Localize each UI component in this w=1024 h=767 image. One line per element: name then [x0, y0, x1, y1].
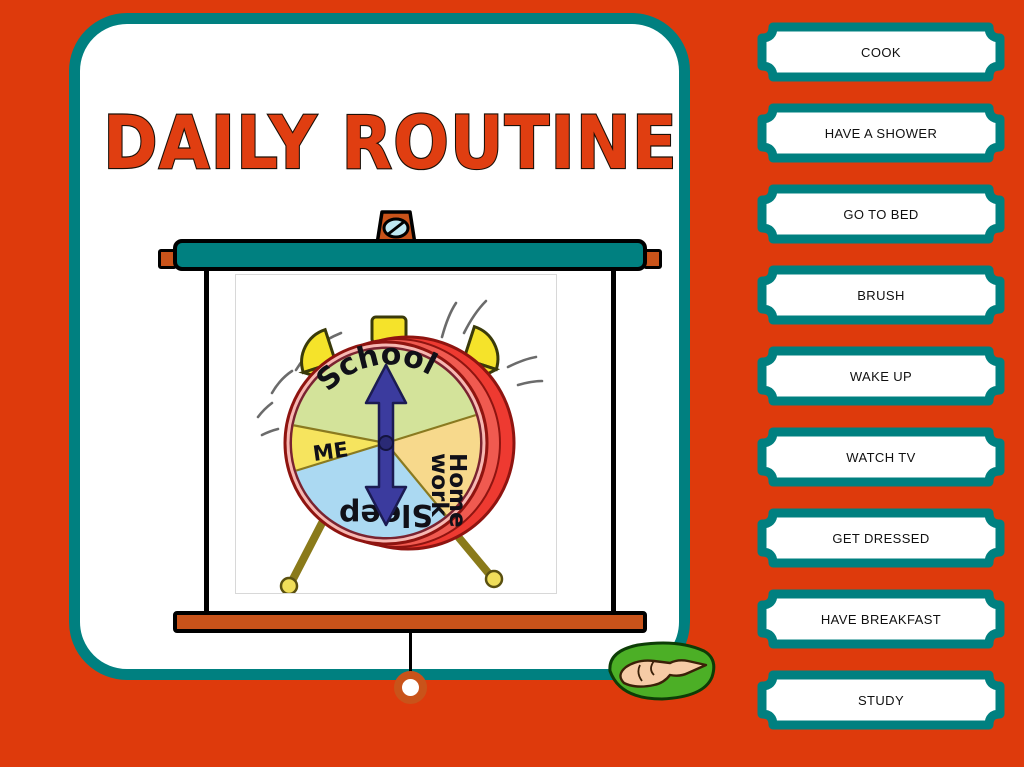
pull-cord — [409, 632, 412, 675]
word-label-list: COOK HAVE A SHOWER GO TO BED BRUSH WAKE UP WA… — [757, 0, 1007, 767]
word-label-text: GO TO BED — [843, 206, 919, 222]
projector-screen: School Home work Sleep ME — [110, 199, 716, 704]
word-label-text: HAVE BREAKFAST — [820, 611, 942, 627]
word-label-cook[interactable]: COOK — [757, 21, 1005, 83]
word-label-have-breakfast[interactable]: HAVE BREAKFAST — [757, 588, 1005, 650]
word-label-brush[interactable]: BRUSH — [757, 264, 1005, 326]
projector-top-bar — [173, 239, 647, 271]
word-label-text: WAKE UP — [849, 368, 913, 384]
pull-cord-ring[interactable] — [394, 671, 427, 704]
word-label-wake-up[interactable]: WAKE UP — [757, 345, 1005, 407]
slide-canvas: DAILY ROUTINE School Home work ME COOK H… — [0, 0, 1024, 767]
content-card: DAILY ROUTINE School Home work ME — [69, 13, 716, 704]
word-label-text: STUDY — [857, 692, 905, 708]
pointing-hand-icon[interactable] — [600, 639, 720, 701]
word-label-text: HAVE A SHOWER — [824, 125, 938, 141]
word-label-get-dressed[interactable]: GET DRESSED — [757, 507, 1005, 569]
page-title: DAILY ROUTINE — [102, 99, 678, 186]
projector-bottom-bar — [173, 611, 647, 633]
word-label-text: COOK — [861, 44, 901, 60]
routine-clock-image: School Home work Sleep ME — [235, 274, 557, 594]
word-label-watch-tv[interactable]: WATCH TV — [757, 426, 1005, 488]
svg-text:ME: ME — [311, 437, 349, 466]
word-label-text: GET DRESSED — [832, 530, 930, 546]
word-label-text: WATCH TV — [846, 449, 916, 465]
word-label-text: BRUSH — [857, 287, 905, 303]
word-label-go-to-bed[interactable]: GO TO BED — [757, 183, 1005, 245]
word-label-have-a-shower[interactable]: HAVE A SHOWER — [757, 102, 1005, 164]
word-label-study[interactable]: STUDY — [757, 669, 1005, 731]
